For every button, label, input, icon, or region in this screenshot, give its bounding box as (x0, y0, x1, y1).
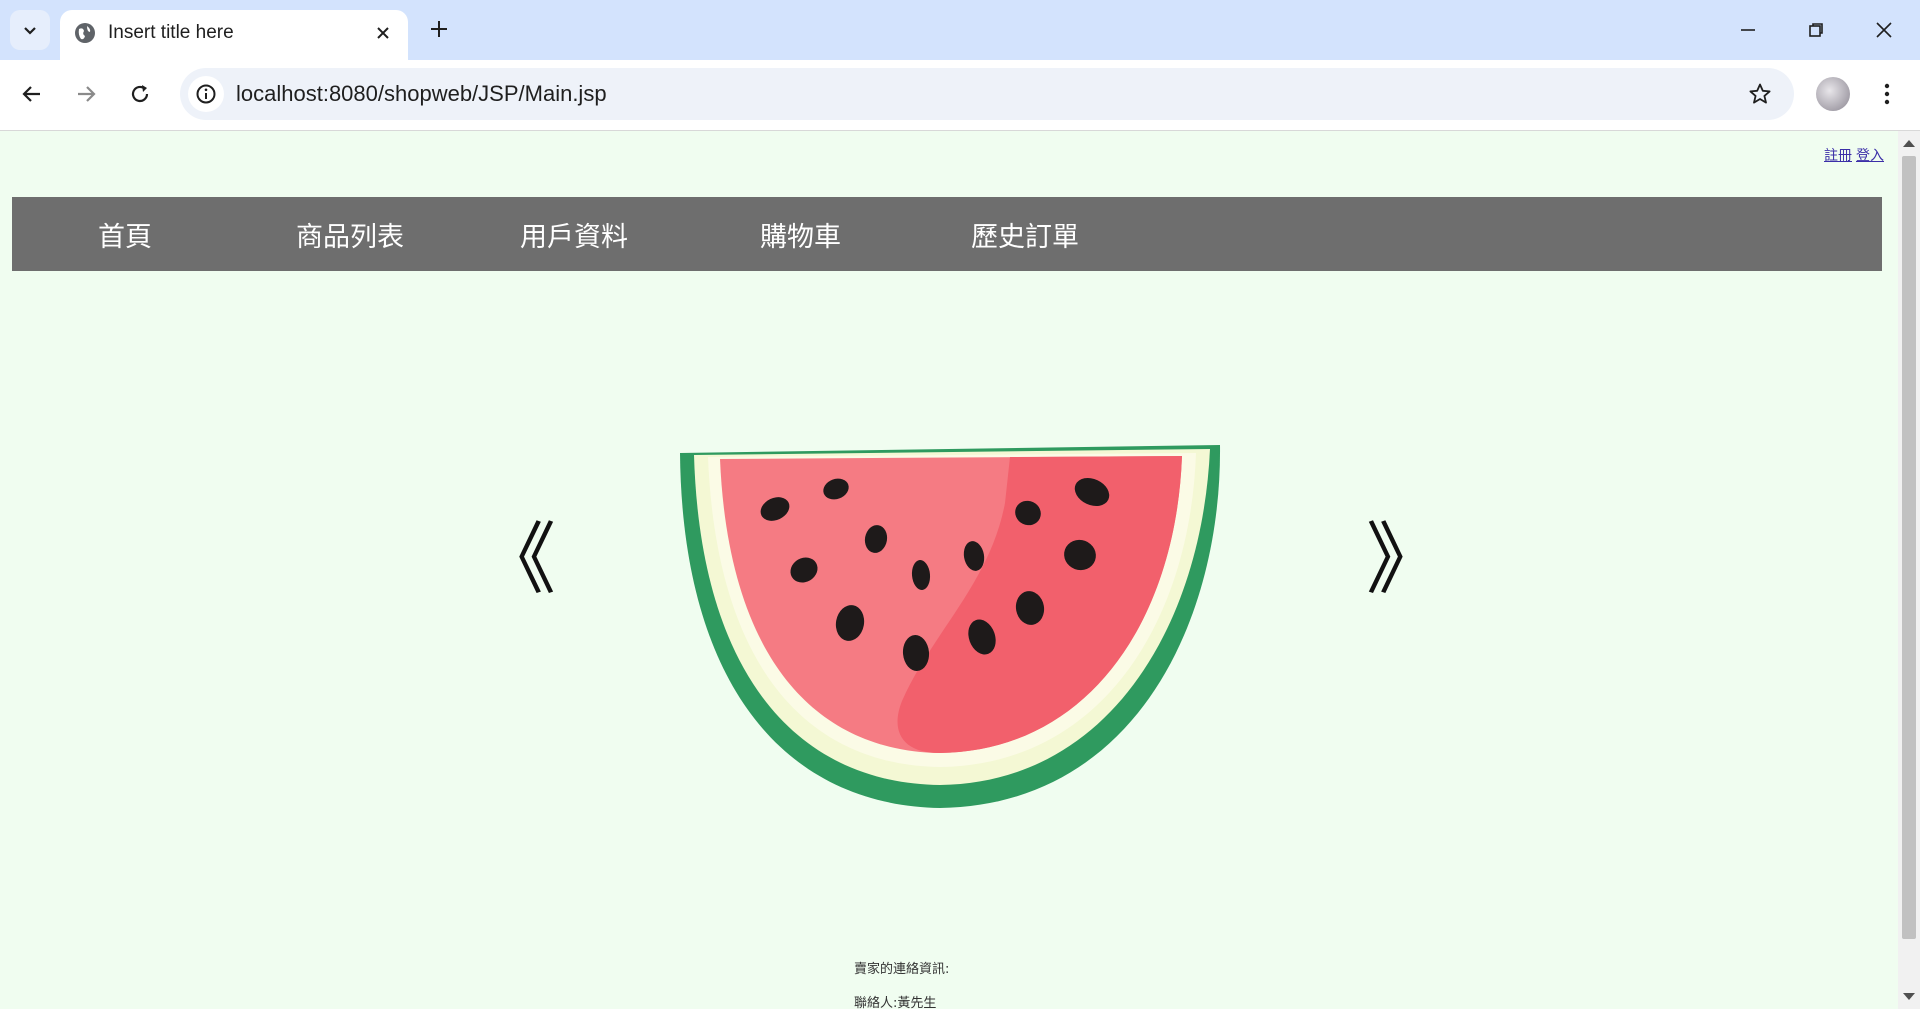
close-icon (377, 27, 389, 39)
close-icon (1876, 22, 1892, 38)
site-info-button[interactable] (188, 76, 224, 112)
plus-icon (431, 21, 447, 37)
bookmark-button[interactable] (1746, 80, 1774, 108)
carousel-prev-button[interactable]: 《 (478, 521, 556, 599)
info-icon (196, 84, 216, 104)
nav-home[interactable]: 首頁 (98, 215, 152, 254)
nav-cart[interactable]: 購物車 (760, 215, 841, 254)
restore-button[interactable] (1788, 10, 1844, 50)
profile-avatar[interactable] (1816, 77, 1850, 111)
browser-tab-active[interactable]: Insert title here (60, 10, 408, 60)
watermelon-image (680, 445, 1221, 808)
tab-search-button[interactable] (10, 10, 50, 50)
close-tab-button[interactable] (370, 20, 396, 46)
login-link[interactable]: 登入 (1856, 147, 1884, 163)
page-viewport: 註冊 登入 首頁 商品列表 用戶資料 購物車 歷史訂單 《 》 賣家的連絡資訊:… (0, 131, 1898, 1009)
nav-products[interactable]: 商品列表 (296, 215, 404, 254)
carousel-slide-image (670, 443, 1230, 823)
browser-menu-button[interactable] (1872, 76, 1902, 112)
back-button[interactable] (14, 76, 50, 112)
minimize-button[interactable] (1720, 10, 1776, 50)
arrow-right-icon (78, 86, 96, 102)
scroll-down-arrow[interactable] (1903, 993, 1915, 1000)
star-icon (1749, 83, 1771, 104)
nav-user-profile[interactable]: 用戶資料 (520, 215, 628, 254)
globe-icon (75, 23, 95, 43)
nav-order-history[interactable]: 歷史訂單 (971, 215, 1079, 254)
scroll-up-arrow[interactable] (1903, 140, 1915, 147)
reload-icon (131, 85, 149, 103)
main-nav-bar: 首頁 商品列表 用戶資料 購物車 歷史訂單 (12, 197, 1882, 271)
address-bar[interactable]: localhost:8080/shopweb/JSP/Main.jsp (180, 68, 1794, 120)
auth-links: 註冊 登入 (1820, 145, 1884, 165)
minimize-icon (1741, 29, 1755, 31)
carousel-next-button[interactable]: 》 (1366, 521, 1444, 599)
chevron-down-icon (24, 27, 36, 35)
browser-tabstrip: Insert title here (0, 0, 1920, 60)
browser-toolbar: localhost:8080/shopweb/JSP/Main.jsp (0, 60, 1920, 131)
tab-title: Insert title here (108, 22, 234, 43)
arrow-left-icon (22, 86, 40, 102)
forward-button[interactable] (68, 76, 104, 112)
scrollbar-thumb[interactable] (1902, 156, 1916, 939)
seller-contact-person: 聯絡人:黃先生 (854, 996, 937, 1009)
page-scrollbar[interactable] (1898, 131, 1920, 1009)
close-window-button[interactable] (1856, 10, 1912, 50)
reload-button[interactable] (122, 76, 158, 112)
kebab-menu-icon (1884, 83, 1890, 105)
url-text[interactable]: localhost:8080/shopweb/JSP/Main.jsp (236, 81, 607, 107)
restore-icon (1809, 23, 1823, 37)
new-tab-button[interactable] (424, 14, 454, 44)
register-link[interactable]: 註冊 (1824, 147, 1852, 163)
seller-contact-heading: 賣家的連絡資訊: (854, 962, 950, 977)
